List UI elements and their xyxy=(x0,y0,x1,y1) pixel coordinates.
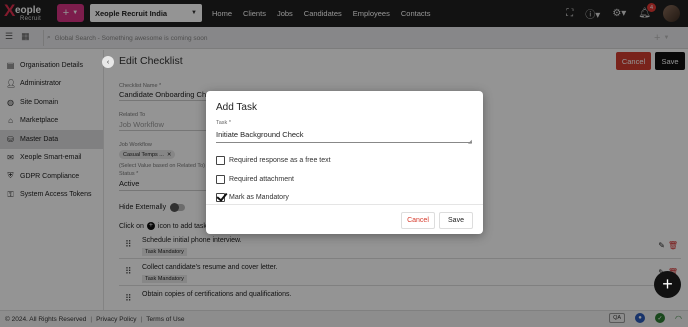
resize-handle-icon[interactable]: ◢ xyxy=(468,139,472,145)
option-free-text[interactable]: Required response as a free text xyxy=(216,156,331,165)
checkbox[interactable] xyxy=(216,175,225,184)
add-task-fab[interactable]: + xyxy=(654,271,681,298)
dialog-cancel-button[interactable]: Cancel xyxy=(401,212,435,229)
checkbox-checked[interactable] xyxy=(216,193,225,202)
dialog-title: Add Task xyxy=(216,102,257,113)
option-attachment[interactable]: Required attachment xyxy=(216,175,294,184)
dialog-divider xyxy=(206,204,483,205)
chevron-left-icon: ‹ xyxy=(106,58,110,66)
option-mandatory[interactable]: Mark as Mandatory xyxy=(216,193,289,202)
sidebar-collapse-button[interactable]: ‹ xyxy=(102,56,114,68)
plus-icon: + xyxy=(662,274,673,294)
option-label: Required response as a free text xyxy=(229,157,331,164)
task-input[interactable] xyxy=(216,126,472,143)
option-label: Required attachment xyxy=(229,176,294,183)
dialog-save-button[interactable]: Save xyxy=(439,212,473,229)
option-label: Mark as Mandatory xyxy=(229,194,289,201)
add-task-dialog: Add Task Task * ◢ Required response as a… xyxy=(206,91,483,234)
checkbox[interactable] xyxy=(216,156,225,165)
